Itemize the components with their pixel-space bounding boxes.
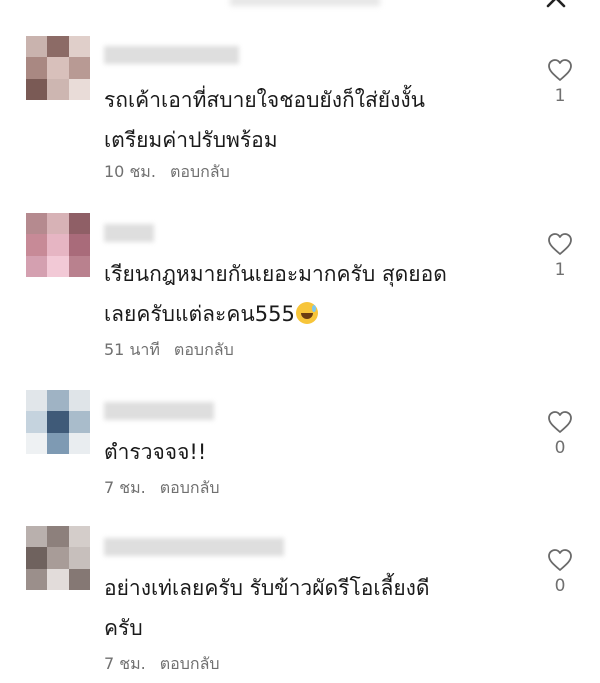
avatar-pixel bbox=[47, 432, 70, 454]
username-blurred[interactable] bbox=[104, 224, 154, 242]
comment-text: เรียนกฎหมายกันเยอะมากครับ สุดยอดเลยครับแ… bbox=[104, 254, 524, 334]
avatar-pixel bbox=[47, 255, 70, 277]
like-button[interactable]: 1 bbox=[545, 58, 575, 106]
avatar-pixel bbox=[47, 390, 70, 412]
reply-button[interactable]: ตอบกลับ bbox=[160, 654, 220, 673]
comment-meta: 10 ชม. ตอบกลับ bbox=[104, 162, 230, 182]
avatar-pixel bbox=[47, 213, 70, 235]
avatar[interactable] bbox=[26, 36, 90, 100]
username-blurred[interactable] bbox=[104, 538, 284, 556]
comment-time: 10 ชม. bbox=[104, 162, 156, 181]
avatar-pixel bbox=[26, 390, 48, 412]
avatar-pixel bbox=[47, 78, 70, 100]
avatar-pixel bbox=[68, 411, 90, 434]
blurred-header-text bbox=[230, 0, 380, 6]
like-button[interactable]: 0 bbox=[545, 410, 575, 458]
avatar-pixel bbox=[47, 547, 70, 570]
comment-time: 7 ชม. bbox=[104, 478, 146, 497]
avatar-pixel bbox=[68, 36, 90, 58]
reply-button[interactable]: ตอบกลับ bbox=[160, 478, 220, 497]
comment-time: 7 ชม. bbox=[104, 654, 146, 673]
reply-button[interactable]: ตอบกลับ bbox=[170, 162, 230, 181]
comment-meta: 7 ชม. ตอบกลับ bbox=[104, 478, 220, 498]
avatar-pixel bbox=[26, 213, 48, 235]
comment-text-line: เรียนกฎหมายกันเยอะมากครับ สุดยอด bbox=[104, 262, 447, 286]
like-count: 0 bbox=[554, 576, 566, 596]
avatar-pixel bbox=[68, 568, 90, 590]
comment-text-line: เตรียมค่าปรับพร้อม bbox=[104, 128, 278, 152]
comment-text: ตำรวจจจ!! bbox=[104, 432, 524, 472]
avatar-pixel bbox=[68, 78, 90, 100]
grinning-sweat-emoji bbox=[295, 302, 318, 324]
avatar-pixel bbox=[68, 547, 90, 570]
avatar-pixel bbox=[26, 432, 48, 454]
avatar-pixel bbox=[68, 432, 90, 454]
avatar-pixel bbox=[47, 568, 70, 590]
like-count: 1 bbox=[554, 86, 566, 106]
comment-text-line: ครับ bbox=[104, 616, 143, 640]
comment-text: อย่างเท่เลยครับ รับข้าวผัดรีโอเลี้ยงดีคร… bbox=[104, 568, 524, 648]
avatar-pixel bbox=[68, 213, 90, 235]
comment-text-line: ตำรวจจจ!! bbox=[104, 440, 207, 464]
avatar-pixel bbox=[26, 568, 48, 590]
avatar-pixel bbox=[26, 255, 48, 277]
comment-time: 51 นาที bbox=[104, 340, 160, 359]
avatar-pixel bbox=[68, 255, 90, 277]
top-bar bbox=[0, 0, 600, 14]
avatar-pixel bbox=[68, 57, 90, 80]
avatar-pixel bbox=[47, 57, 70, 80]
avatar-pixel bbox=[47, 36, 70, 58]
heart-icon[interactable] bbox=[547, 232, 573, 256]
avatar-pixel bbox=[26, 547, 48, 570]
avatar[interactable] bbox=[26, 213, 90, 277]
like-count: 0 bbox=[554, 438, 566, 458]
avatar-pixel bbox=[26, 57, 48, 80]
like-button[interactable]: 1 bbox=[545, 232, 575, 280]
avatar[interactable] bbox=[26, 390, 90, 454]
avatar-pixel bbox=[47, 526, 70, 548]
reply-button[interactable]: ตอบกลับ bbox=[174, 340, 234, 359]
heart-icon[interactable] bbox=[547, 58, 573, 82]
comment-text-line: เลยครับแต่ละคน555 bbox=[104, 302, 295, 326]
like-button[interactable]: 0 bbox=[545, 548, 575, 596]
comment-meta: 7 ชม. ตอบกลับ bbox=[104, 654, 220, 674]
comment-meta: 51 นาที ตอบกลับ bbox=[104, 340, 234, 360]
comment-text-line: อย่างเท่เลยครับ รับข้าวผัดรีโอเลี้ยงดี bbox=[104, 576, 430, 600]
avatar-pixel bbox=[26, 36, 48, 58]
avatar-pixel bbox=[47, 234, 70, 257]
avatar-pixel bbox=[68, 234, 90, 257]
heart-icon[interactable] bbox=[547, 548, 573, 572]
avatar-pixel bbox=[26, 234, 48, 257]
avatar-pixel bbox=[68, 390, 90, 412]
avatar-pixel bbox=[47, 411, 70, 434]
avatar-pixel bbox=[26, 78, 48, 100]
avatar-pixel bbox=[68, 526, 90, 548]
avatar-pixel bbox=[26, 526, 48, 548]
comment-text: รถเค้าเอาที่สบายใจชอบยังก็ใส่ยังงั้นเตรี… bbox=[104, 80, 524, 160]
username-blurred[interactable] bbox=[104, 402, 214, 420]
comment-text-line: รถเค้าเอาที่สบายใจชอบยังก็ใส่ยังงั้น bbox=[104, 88, 425, 112]
avatar-pixel bbox=[26, 411, 48, 434]
heart-icon[interactable] bbox=[547, 410, 573, 434]
username-blurred[interactable] bbox=[104, 46, 239, 64]
close-icon[interactable] bbox=[544, 0, 568, 10]
avatar[interactable] bbox=[26, 526, 90, 590]
like-count: 1 bbox=[554, 260, 566, 280]
